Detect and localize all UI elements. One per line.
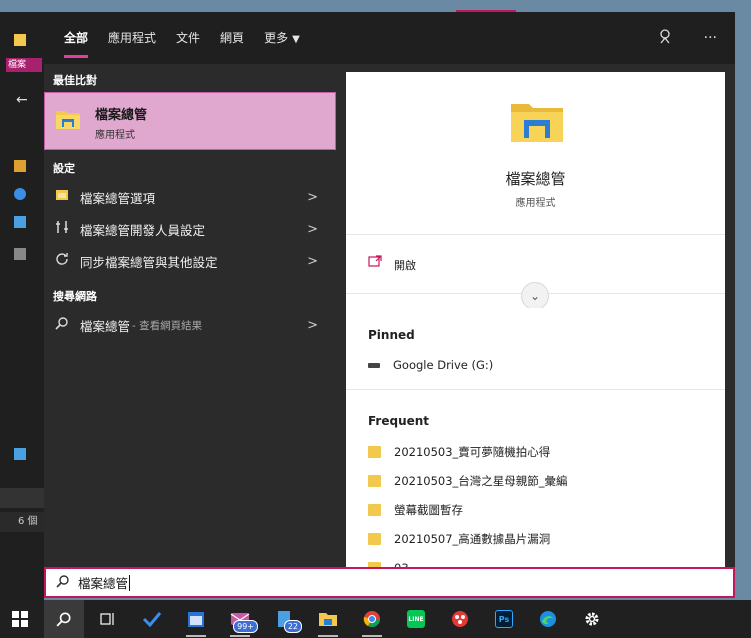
tab-apps[interactable]: 應用程式 [108, 12, 156, 64]
todo-icon[interactable] [132, 600, 172, 638]
chevron-right-icon: > [307, 317, 318, 333]
sync-icon [52, 252, 72, 270]
search-query: 檔案總管 [78, 576, 129, 591]
calendar-icon[interactable] [176, 600, 216, 638]
file-explorer-icon [55, 107, 81, 135]
text-cursor [129, 574, 131, 591]
drive-icon [368, 362, 380, 368]
preview-header: 檔案總管 應用程式 [346, 72, 725, 235]
folder-icon [368, 475, 381, 487]
drive-icon [14, 248, 26, 260]
chevron-right-icon: > [307, 189, 318, 205]
preview-app-type: 應用程式 [515, 198, 556, 209]
folder-icon [14, 160, 26, 172]
edge-icon[interactable] [528, 600, 568, 638]
status-count: 6 個 [0, 512, 44, 532]
best-match-subtitle: 應用程式 [95, 130, 135, 141]
best-match-item[interactable]: 檔案總管 應用程式 [44, 92, 336, 150]
web-search-item[interactable]: 檔案總管 - 查看網頁結果 > [44, 309, 336, 341]
search-icon[interactable] [44, 600, 84, 638]
more-options-icon[interactable]: ··· [704, 30, 717, 46]
chevron-down-icon: ⌄ [529, 289, 541, 303]
search-input[interactable]: 檔案總管 [44, 567, 735, 598]
developer-settings-icon [52, 220, 72, 238]
pc-icon [14, 216, 26, 228]
frequent-item[interactable]: 20210503_賣可夢隨機拍心得 [368, 442, 550, 462]
settings-item-folder-options[interactable]: 檔案總管選項 > [44, 181, 336, 213]
file-explorer-icon[interactable] [308, 600, 348, 638]
chevron-right-icon: > [307, 253, 318, 269]
web-search-heading: 搜尋網路 [53, 290, 97, 303]
folder-icon [14, 34, 26, 46]
file-explorer-icon [510, 98, 564, 148]
feedback-icon[interactable] [658, 28, 674, 48]
preview-pane: 檔案總管 應用程式 開啟 ⌄ Pinned Google Drive (G:) … [346, 72, 725, 575]
chrome-icon[interactable] [352, 600, 392, 638]
mail-icon[interactable]: 99+ [220, 600, 260, 638]
line-icon[interactable]: LINE [396, 600, 436, 638]
pinned-heading: Pinned [368, 328, 415, 342]
folder-icon [368, 533, 381, 545]
photoshop-icon[interactable]: Ps [484, 600, 524, 638]
frequent-heading: Frequent [368, 414, 430, 428]
frequent-item[interactable]: 20210503_台灣之星母親節_彙編 [368, 471, 568, 491]
background-tab: 檔案 [6, 58, 42, 72]
settings-icon[interactable] [572, 600, 612, 638]
windows-start-icon[interactable] [0, 600, 40, 638]
folder-icon [368, 446, 381, 458]
tab-documents[interactable]: 文件 [176, 12, 200, 64]
cloud-icon [14, 188, 26, 200]
settings-item-sync[interactable]: 同步檔案總管與其他設定 > [44, 245, 336, 277]
search-tabs: 全部 應用程式 文件 網頁 更多 ▼ ··· [44, 12, 735, 64]
frequent-item[interactable]: 螢幕截圖暫存 [368, 500, 463, 520]
best-match-title: 檔案總管 [95, 108, 148, 123]
tab-more[interactable]: 更多 ▼ [264, 12, 300, 64]
preview-app-name: 檔案總管 [505, 170, 566, 188]
expand-button[interactable]: ⌄ [521, 282, 549, 310]
best-match-heading: 最佳比對 [53, 74, 97, 87]
taskbar: 99+ 22 LINE Ps [0, 600, 751, 638]
results-pane: 最佳比對 檔案總管 應用程式 設定 檔案總管選項 > 檔案總管開發人員設定 > … [44, 64, 336, 567]
pinned-section: Pinned Google Drive (G:) [346, 308, 725, 390]
mail-badge: 99+ [233, 620, 258, 633]
chevron-down-icon: ▼ [292, 34, 300, 45]
tab-all[interactable]: 全部 [64, 12, 89, 64]
chevron-right-icon: > [307, 221, 318, 237]
settings-heading: 設定 [53, 162, 75, 175]
back-arrow-icon: ← [16, 92, 28, 108]
search-icon [52, 316, 72, 334]
frequent-item[interactable]: 20210507_高通數據晶片漏洞 [368, 529, 550, 549]
search-icon [56, 574, 70, 592]
frequent-section: Frequent 20210503_賣可夢隨機拍心得 20210503_台灣之星… [346, 392, 725, 575]
folder-options-icon [52, 188, 72, 206]
tab-web[interactable]: 網頁 [220, 12, 244, 64]
start-menu: 全部 應用程式 文件 網頁 更多 ▼ ··· 最佳比對 檔案總管 應用程式 設定 … [44, 12, 735, 575]
files-badge: 22 [283, 620, 302, 633]
app-icon[interactable] [440, 600, 480, 638]
background-explorer-window: 檔案 ← 6 個 [0, 12, 44, 600]
open-icon [368, 255, 382, 271]
folder-icon [368, 504, 381, 516]
selected-row [0, 488, 44, 508]
pinned-item[interactable]: Google Drive (G:) [368, 355, 493, 375]
task-view-icon[interactable] [88, 600, 128, 638]
files-icon[interactable]: 22 [264, 600, 304, 638]
network-icon [14, 448, 26, 460]
settings-item-developer[interactable]: 檔案總管開發人員設定 > [44, 213, 336, 245]
